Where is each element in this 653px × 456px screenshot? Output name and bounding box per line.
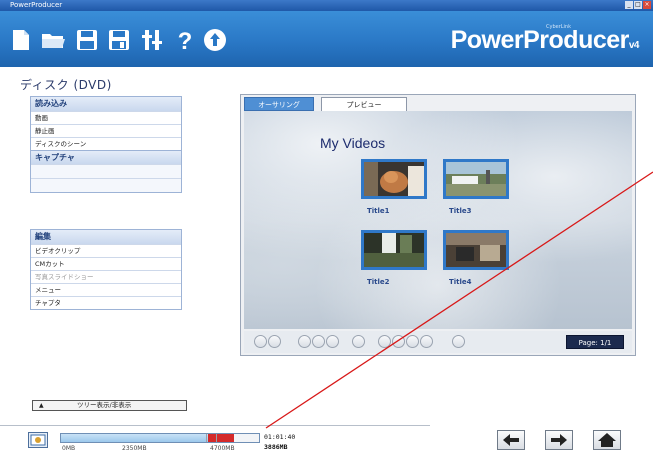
title-thumbnail[interactable] bbox=[361, 230, 427, 270]
disc-title: ディスク (DVD) bbox=[20, 78, 112, 92]
settings-icon[interactable] bbox=[140, 27, 166, 53]
home-button[interactable] bbox=[593, 430, 621, 450]
tab-authoring[interactable]: オーサリング bbox=[244, 97, 314, 111]
stop-button[interactable] bbox=[268, 335, 281, 348]
import-panel-header: 読み込み bbox=[31, 97, 181, 111]
info-icon[interactable] bbox=[202, 27, 228, 53]
disc-settings-icon[interactable] bbox=[28, 432, 48, 448]
menu-button[interactable] bbox=[378, 335, 391, 348]
edit-item-menu[interactable]: メニュー bbox=[31, 283, 181, 296]
tree-toggle-label: ツリー表示/非表示 bbox=[77, 401, 132, 409]
arrow-left-icon bbox=[503, 434, 519, 446]
help-icon[interactable]: ? bbox=[172, 27, 198, 53]
open-folder-icon[interactable] bbox=[40, 27, 66, 53]
disc-capacity-bar bbox=[60, 433, 260, 443]
close-button[interactable]: × bbox=[643, 1, 651, 9]
new-project-icon[interactable] bbox=[8, 27, 34, 53]
capacity-marker bbox=[216, 434, 217, 442]
next-step-button[interactable] bbox=[545, 430, 573, 450]
edit-panel-header: 編集 bbox=[31, 230, 181, 244]
thumbnail-image bbox=[364, 233, 424, 267]
capacity-label-full: 4700MB bbox=[210, 445, 235, 452]
import-item-still-image[interactable]: 静止画 bbox=[31, 124, 181, 137]
tab-preview[interactable]: プレビュー bbox=[321, 97, 407, 111]
title-label[interactable]: Title1 bbox=[367, 207, 390, 215]
triangle-up-icon: ▲ bbox=[39, 402, 44, 409]
back-button[interactable] bbox=[497, 430, 525, 450]
capacity-used-fill bbox=[61, 434, 224, 442]
title-label[interactable]: Title4 bbox=[449, 278, 472, 286]
play-button[interactable] bbox=[254, 335, 267, 348]
thumbnail-image bbox=[446, 233, 506, 267]
window-title: PowerProducer bbox=[10, 1, 63, 9]
next-button[interactable] bbox=[352, 335, 365, 348]
window-controls: _ □ × bbox=[625, 1, 651, 9]
title-label[interactable]: Title2 bbox=[367, 278, 390, 286]
preview-window: オーサリング プレビュー My Videos Title1 Title3 Tit… bbox=[240, 94, 636, 356]
volume-icon[interactable] bbox=[452, 335, 465, 348]
title-label[interactable]: Title3 bbox=[449, 207, 472, 215]
enter-button[interactable] bbox=[406, 335, 419, 348]
page-indicator: Page: 1/1 bbox=[566, 335, 624, 349]
edit-panel: 編集 ビデオクリップ CMカット 写真スライドショー メニュー チャプタ bbox=[30, 229, 182, 310]
previous-button[interactable] bbox=[298, 335, 311, 348]
capacity-label-half: 2350MB bbox=[122, 445, 147, 452]
main-toolbar: ? CyberLink PowerProducerv4 bbox=[0, 11, 653, 67]
playback-controls: Page: 1/1 bbox=[244, 331, 632, 353]
capture-slot bbox=[31, 178, 181, 192]
fast-forward-button[interactable] bbox=[326, 335, 339, 348]
title-thumbnail[interactable] bbox=[443, 159, 509, 199]
import-panel: 読み込み 動画 静止画 ディスクのシーン キャプチャ bbox=[30, 96, 182, 193]
up-button[interactable] bbox=[392, 335, 405, 348]
capacity-label-0: 0MB bbox=[62, 445, 76, 452]
tree-toggle-button[interactable]: ▲ ツリー表示/非表示 bbox=[32, 400, 187, 411]
rewind-button[interactable] bbox=[312, 335, 325, 348]
capture-header[interactable]: キャプチャ bbox=[31, 150, 181, 164]
menu-preview-screen: My Videos Title1 Title3 Title2 Title4 bbox=[244, 111, 632, 329]
capacity-over-fill bbox=[207, 434, 234, 442]
minimize-button[interactable]: _ bbox=[625, 1, 633, 9]
duration-readout: 01:01:40 bbox=[264, 433, 296, 441]
edit-item-cm-cut[interactable]: CMカット bbox=[31, 257, 181, 270]
edit-item-video-clip[interactable]: ビデオクリップ bbox=[31, 244, 181, 257]
title-bar: PowerProducer _ □ × bbox=[0, 0, 653, 11]
save-as-icon[interactable] bbox=[106, 27, 132, 53]
capture-slot bbox=[31, 164, 181, 178]
home-icon bbox=[598, 433, 616, 447]
brand-logo: PowerProducerv4 bbox=[450, 26, 640, 54]
edit-item-photo-slideshow: 写真スライドショー bbox=[31, 270, 181, 283]
down-button[interactable] bbox=[420, 335, 433, 348]
maximize-button[interactable]: □ bbox=[634, 1, 642, 9]
size-readout: 3886MB bbox=[264, 443, 288, 451]
import-item-video[interactable]: 動画 bbox=[31, 111, 181, 124]
thumbnail-image bbox=[446, 162, 506, 196]
edit-item-chapter[interactable]: チャプタ bbox=[31, 296, 181, 309]
capacity-marker bbox=[206, 434, 207, 442]
arrow-right-icon bbox=[551, 434, 567, 446]
menu-title: My Videos bbox=[320, 135, 386, 151]
thumbnail-image bbox=[364, 162, 424, 196]
status-divider bbox=[0, 425, 430, 426]
capacity-labels: 0MB 2350MB 4700MB bbox=[60, 445, 260, 454]
title-thumbnail[interactable] bbox=[443, 230, 509, 270]
save-icon[interactable] bbox=[74, 27, 100, 53]
title-thumbnail[interactable] bbox=[361, 159, 427, 199]
svg-text:?: ? bbox=[178, 28, 193, 53]
import-item-disc-scene[interactable]: ディスクのシーン bbox=[31, 137, 181, 150]
